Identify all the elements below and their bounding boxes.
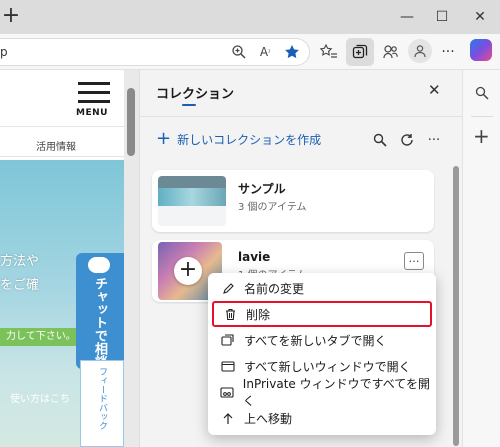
- close-panel-icon[interactable]: ✕: [428, 81, 441, 99]
- arrow-up-icon: [216, 412, 240, 425]
- refresh-icon[interactable]: [396, 129, 418, 151]
- menu-item-rename[interactable]: 名前の変更: [212, 275, 432, 301]
- menu-item-label: InPrivate ウィンドウですべてを開く: [242, 377, 431, 408]
- panel-more-icon[interactable]: ···: [423, 129, 445, 151]
- extensions-icon[interactable]: [380, 41, 402, 63]
- help-link[interactable]: 使い方はこち: [10, 390, 70, 405]
- chat-bubble-icon: [88, 257, 110, 273]
- collections-icon[interactable]: [346, 38, 374, 66]
- menu-item-label: 上へ移動: [244, 411, 293, 426]
- feedback-tab[interactable]: フィードバック: [80, 360, 124, 447]
- panel-title: コレクション: [156, 87, 235, 102]
- zoom-icon[interactable]: [228, 41, 250, 63]
- divider: [140, 116, 462, 117]
- panel-scrollbar-thumb[interactable]: [453, 166, 459, 446]
- feedback-label: フィードバック: [97, 367, 107, 430]
- settings-more-icon[interactable]: ···: [437, 41, 459, 63]
- plus-icon: +: [156, 128, 172, 149]
- menu-button[interactable]: [78, 82, 110, 103]
- minimize-button[interactable]: —: [392, 6, 422, 28]
- chat-consult-tab[interactable]: チャットで相談: [76, 253, 124, 369]
- profile-avatar-icon[interactable]: [408, 39, 432, 63]
- menu-item-open-all-tabs[interactable]: すべてを新しいタブで開く: [212, 327, 432, 353]
- menu-item-open-inprivate[interactable]: InPrivate ウィンドウですべてを開く: [212, 377, 432, 408]
- tabs-icon: [216, 333, 240, 347]
- divider: [0, 156, 124, 157]
- collection-card[interactable]: サンプル 3 個のアイテム: [152, 170, 434, 232]
- context-menu: 名前の変更 削除 すべてを新しいタブで開く すべて新しいウィンドウで開く InP…: [208, 273, 436, 435]
- search-icon[interactable]: [471, 82, 493, 104]
- hero-text-2: をご確: [0, 278, 40, 293]
- new-collection-button[interactable]: + 新しいコレクションを作成: [156, 130, 321, 148]
- menu-item-label: すべて新しいウィンドウで開く: [244, 359, 411, 374]
- hero-text-1: 方法や: [0, 254, 40, 269]
- read-aloud-icon[interactable]: A ⁾: [254, 41, 276, 63]
- pencil-icon: [216, 282, 240, 295]
- title-bar: [0, 0, 500, 34]
- favorites-icon[interactable]: [318, 41, 340, 63]
- menu-item-label: 名前の変更: [244, 281, 305, 296]
- divider: [0, 126, 124, 127]
- title-underline: [182, 104, 196, 106]
- window-icon: [216, 360, 240, 373]
- address-text: p: [0, 45, 8, 59]
- page-scrollbar-thumb[interactable]: [127, 88, 135, 156]
- favorite-star-icon[interactable]: [281, 41, 303, 63]
- close-window-button[interactable]: ✕: [465, 6, 495, 28]
- new-tab-button[interactable]: +: [0, 4, 22, 30]
- new-collection-label: 新しいコレクションを作成: [177, 132, 322, 147]
- inprivate-icon: [216, 386, 239, 399]
- divider: [471, 116, 493, 117]
- menu-item-label: 削除: [246, 307, 271, 322]
- webpage-content: MENU 活用情報 方法や をご確 力して下さい。 使い方はこち チャットで相談…: [0, 70, 124, 447]
- collection-name: lavie: [238, 250, 271, 264]
- menu-item-delete[interactable]: 削除: [212, 301, 432, 327]
- nav-link-katsuyo[interactable]: 活用情報: [36, 138, 76, 153]
- add-to-collection-icon[interactable]: +: [174, 257, 202, 285]
- collection-thumbnail: [158, 176, 226, 226]
- add-sidebar-app-icon[interactable]: +: [473, 126, 490, 146]
- collection-more-button[interactable]: …: [404, 252, 424, 270]
- menu-item-move-up[interactable]: 上へ移動: [212, 405, 432, 431]
- collection-name: サンプル: [238, 182, 286, 196]
- trash-icon: [218, 308, 242, 321]
- maximize-button[interactable]: ☐: [427, 6, 457, 28]
- menu-label: MENU: [76, 108, 108, 118]
- chat-tab-label: チャットで相談: [92, 277, 107, 368]
- copilot-icon[interactable]: [470, 39, 492, 61]
- collection-count: 3 個のアイテム: [238, 202, 307, 213]
- sidebar-rail: +: [462, 70, 500, 447]
- menu-item-label: すべてを新しいタブで開く: [244, 333, 387, 348]
- search-icon[interactable]: [369, 129, 391, 151]
